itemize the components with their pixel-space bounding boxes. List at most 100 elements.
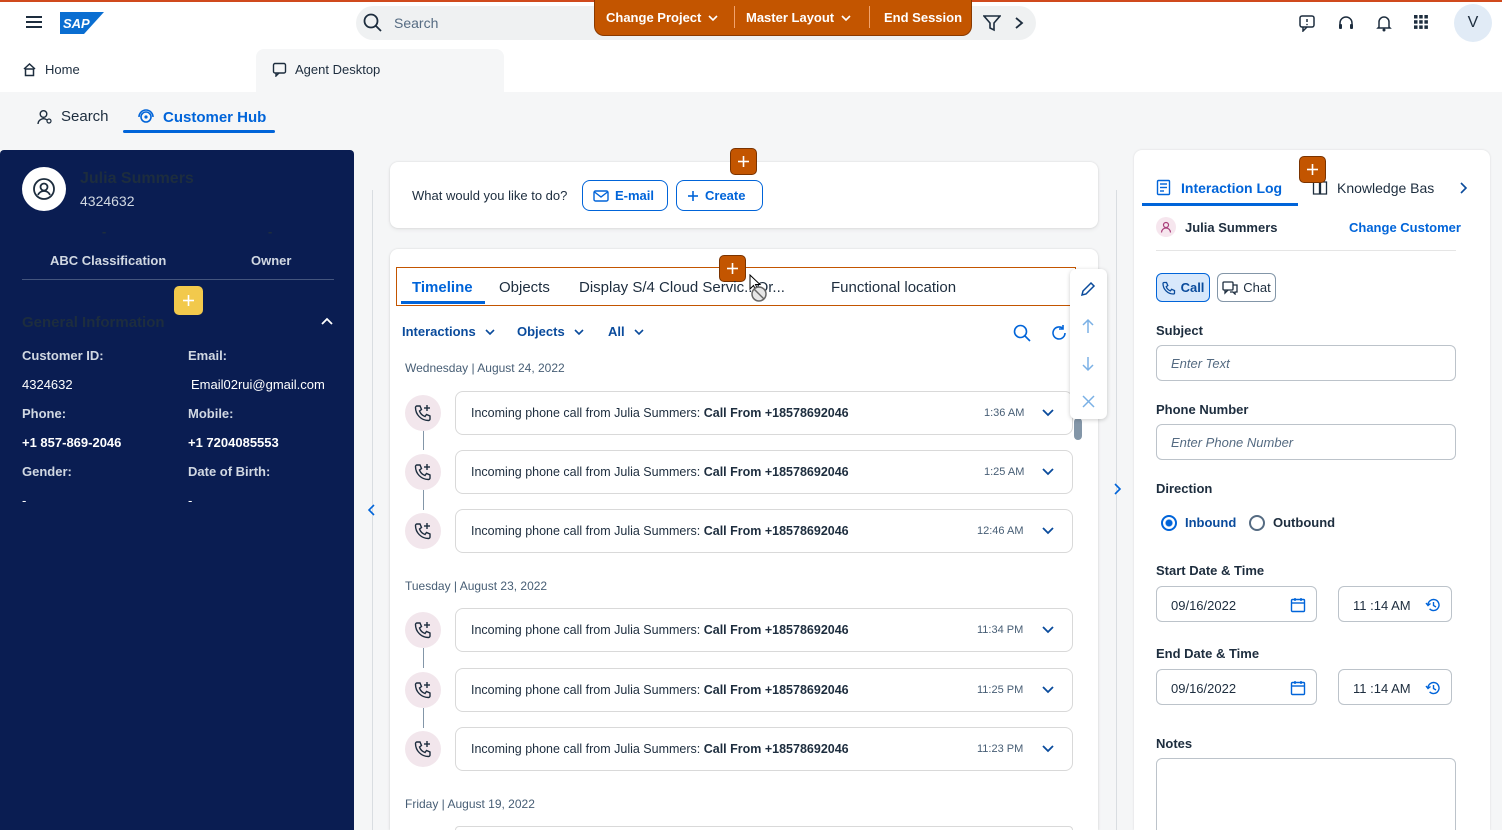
channel-call-toggle[interactable]: Call [1156, 273, 1210, 302]
calendar-icon[interactable] [1290, 597, 1306, 613]
entry-description: Incoming phone call from Julia Summers: [471, 623, 704, 637]
chevron-down-icon[interactable] [1041, 465, 1055, 479]
workspace-tabs [0, 48, 1502, 92]
start-time-input[interactable]: 11 :14 AM [1338, 586, 1452, 622]
filter-interactions[interactable]: Interactions [402, 324, 496, 339]
desktop-chat-icon [272, 62, 287, 77]
incoming-call-icon [405, 395, 441, 431]
feedback-icon[interactable] [1298, 14, 1318, 34]
sap-logo[interactable]: SAP [60, 12, 104, 34]
collapse-right-icon[interactable] [1112, 483, 1122, 495]
chevron-right-icon[interactable] [1014, 16, 1024, 30]
start-date-input[interactable]: 09/16/2022 [1156, 586, 1317, 622]
subject-input[interactable]: Enter Text [1156, 345, 1456, 381]
chevron-down-icon[interactable] [1041, 623, 1055, 637]
end-date-input[interactable]: 09/16/2022 [1156, 669, 1317, 705]
user-avatar[interactable]: V [1454, 4, 1492, 42]
search-icon[interactable] [1013, 324, 1031, 342]
plus-icon [738, 156, 749, 167]
entry-time: 1:25 AM [984, 466, 1025, 478]
entry-time: 11:34 PM [977, 624, 1024, 636]
mobile-value[interactable]: +1 7204085553 [188, 435, 279, 450]
refresh-icon[interactable] [1050, 324, 1068, 342]
timeline-entry[interactable]: Incoming phone call from Julia Summers: … [455, 668, 1073, 712]
notes-textarea[interactable] [1156, 758, 1456, 830]
plus-icon [727, 263, 738, 274]
timeline-connector [423, 490, 424, 510]
tab-agent-desktop-content[interactable]: Agent Desktop [272, 62, 380, 77]
timeline-entry[interactable]: Incoming phone call from Julia Summers: … [455, 450, 1073, 494]
timeline-entry[interactable]: Incoming phone call from Julia Summers: … [455, 509, 1073, 553]
inbound-radio[interactable] [1161, 515, 1177, 531]
collapse-left-icon[interactable] [367, 504, 377, 516]
active-tab-indicator [123, 130, 275, 133]
incoming-call-icon [405, 612, 441, 648]
day-label: Wednesday | August 24, 2022 [405, 361, 565, 375]
chevron-down-icon[interactable] [1041, 742, 1055, 756]
customer-id: 4324632 [80, 193, 135, 209]
tab-functional-location[interactable]: Functional location [831, 279, 956, 296]
add-section-button[interactable] [730, 148, 757, 175]
add-section-button[interactable] [1299, 156, 1326, 183]
timeline-entry[interactable] [455, 826, 1073, 830]
timeline-entry[interactable]: Incoming phone call from Julia Summers: … [455, 391, 1073, 435]
chevron-right-icon[interactable] [1459, 181, 1469, 195]
filter-icon[interactable] [983, 14, 1001, 32]
entry-description: Incoming phone call from Julia Summers: [471, 524, 704, 538]
tab-objects[interactable]: Objects [499, 279, 550, 296]
phone-number-input[interactable]: Enter Phone Number [1156, 424, 1456, 460]
chevron-down-icon[interactable] [1041, 683, 1055, 697]
outbound-label[interactable]: Outbound [1273, 515, 1335, 530]
arrow-down-icon[interactable] [1081, 356, 1095, 372]
add-section-button[interactable] [174, 286, 203, 315]
direction-label: Direction [1156, 481, 1213, 496]
end-time-input[interactable]: 11 :14 AM [1338, 669, 1452, 705]
chevron-down-icon[interactable] [1041, 406, 1055, 420]
menu-icon[interactable] [26, 15, 42, 29]
bell-icon[interactable] [1375, 14, 1395, 34]
subtab-search[interactable]: Search [37, 108, 109, 125]
entry-text: Incoming phone call from Julia Summers: … [471, 465, 849, 479]
calendar-icon[interactable] [1290, 680, 1306, 696]
chevron-down-icon[interactable] [1041, 524, 1055, 538]
tab-home[interactable]: Home [22, 62, 80, 77]
end-session-button[interactable]: End Session [884, 10, 962, 25]
customer-profile-panel [0, 150, 354, 830]
master-layout-button[interactable]: Master Layout [746, 10, 852, 25]
search-placeholder[interactable]: Search [394, 15, 438, 31]
tab-timeline[interactable]: Timeline [412, 279, 473, 296]
edit-pencil-icon[interactable] [1080, 280, 1097, 297]
timeline-entry[interactable]: Incoming phone call from Julia Summers: … [455, 608, 1073, 652]
create-button[interactable]: Create [676, 180, 763, 211]
entry-text: Incoming phone call from Julia Summers: … [471, 524, 849, 538]
time-history-icon[interactable] [1425, 680, 1441, 696]
email-value[interactable]: Email02rui@gmail.com [191, 377, 325, 392]
divider [734, 6, 735, 28]
grid-icon[interactable] [1413, 14, 1433, 34]
scrollbar-thumb[interactable] [1074, 418, 1082, 440]
tab-interaction-log-label: Interaction Log [1181, 179, 1283, 196]
close-icon[interactable] [1082, 395, 1095, 408]
tab-interaction-log[interactable]: Interaction Log [1156, 179, 1282, 196]
email-button-label: E-mail [615, 188, 655, 203]
change-customer-link[interactable]: Change Customer [1349, 220, 1461, 235]
change-project-button[interactable]: Change Project [606, 10, 719, 25]
timeline-entry[interactable]: Incoming phone call from Julia Summers: … [455, 727, 1073, 771]
inbound-label[interactable]: Inbound [1185, 515, 1236, 530]
time-history-icon[interactable] [1425, 597, 1441, 613]
subtab-customer-hub[interactable]: Customer Hub [137, 108, 266, 126]
filter-all[interactable]: All [608, 324, 645, 339]
subtab-customer-hub-label: Customer Hub [163, 108, 267, 126]
chevron-up-icon[interactable] [321, 317, 333, 325]
customer-id-value: 4324632 [22, 377, 73, 392]
phone-value[interactable]: +1 857-869-2046 [22, 435, 121, 450]
add-section-button[interactable] [719, 255, 746, 282]
arrow-up-icon[interactable] [1081, 318, 1095, 334]
filter-objects[interactable]: Objects [517, 324, 585, 339]
outbound-radio[interactable] [1249, 515, 1265, 531]
tab-agent-desktop-label: Agent Desktop [295, 62, 381, 77]
tab-knowledge-base[interactable]: Knowledge Bas [1312, 179, 1446, 196]
channel-chat-toggle[interactable]: Chat [1217, 273, 1276, 302]
email-button[interactable]: E-mail [582, 180, 668, 211]
headset-icon[interactable] [1337, 14, 1357, 34]
